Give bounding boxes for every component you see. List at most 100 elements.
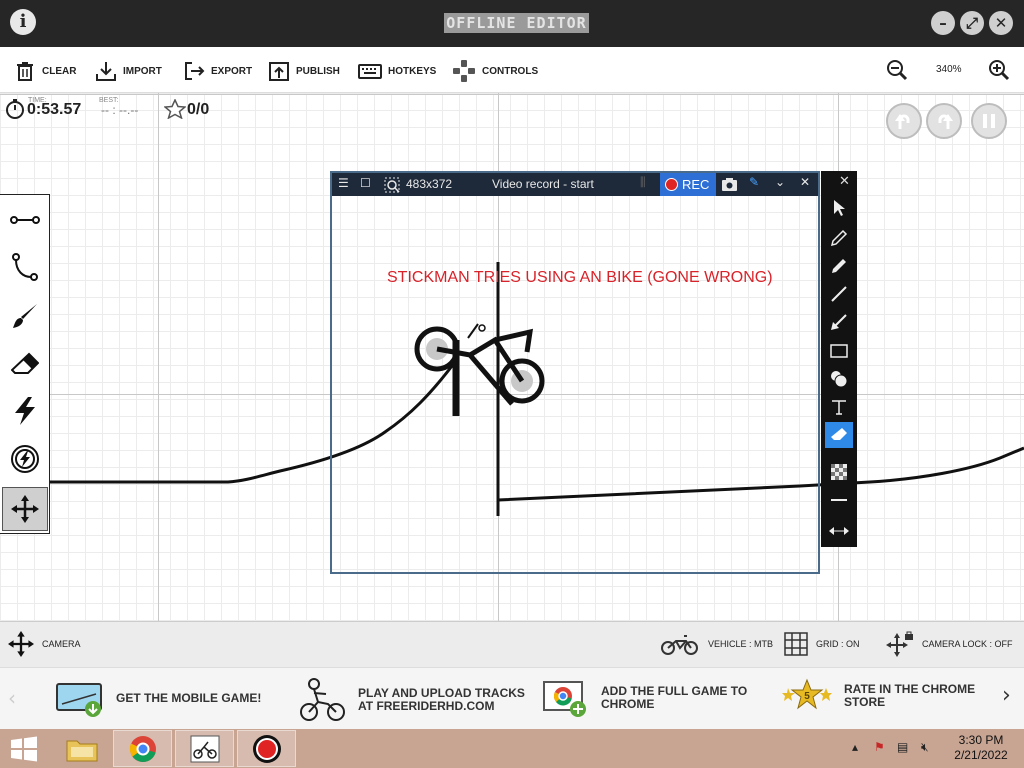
chevron-down-icon[interactable]: ⌄ [775,175,785,189]
hotkeys-button[interactable]: HOTKEYS [358,59,436,83]
video-recorder-window[interactable]: ☰ ☐ 483x372 Video record - start ⫼ REC ✎… [330,171,820,574]
export-button[interactable]: EXPORT [183,59,252,83]
eraser-annotation-tool[interactable] [825,422,853,448]
tool-palette [0,194,50,534]
straight-line-icon [10,216,40,224]
promo-mobile-game[interactable]: GET THE MOBILE GAME! [56,678,261,718]
text-tool[interactable] [825,394,853,420]
taskbar-screen-recorder[interactable] [237,730,296,767]
tray-chevron-icon[interactable]: ▴ [852,740,858,754]
vehicle-label: VEHICLE : MTB [708,639,774,649]
stickman-bike-icon [300,678,345,721]
annotation-toolbar: ✕ [821,171,857,547]
promo-rate-chrome[interactable]: 5 RATE IN THE CHROME STORE [782,678,975,714]
app-title: OFFLINE EDITOR [444,13,589,33]
taskbar-file-explorer[interactable] [52,730,111,767]
grid-label: GRID : ON [816,639,860,649]
eraser-icon [11,352,39,374]
stroke-width-icon [831,499,847,501]
cursor-icon [834,200,845,216]
close-button[interactable]: ✕ [989,11,1013,35]
pause-button[interactable] [971,103,1007,139]
rectangle-icon [830,344,848,358]
info-button[interactable]: i [10,9,36,35]
publish-icon [269,62,289,81]
rectangle-tool[interactable] [825,338,853,364]
controls-label: CONTROLS [482,65,539,77]
promo-next-icon[interactable]: › [1002,683,1011,708]
stroke-width-tool[interactable] [825,487,853,513]
zoom-out-icon[interactable] [886,59,908,81]
promo-bar: ‹ GET THE MOBILE GAME! PLAY AND UPLOAD T… [0,667,1024,729]
eraser-tool[interactable] [2,342,48,386]
promo-chrome-game[interactable]: ADD THE FULL GAME TO CHROME [543,678,747,718]
pencil-tool[interactable] [825,225,853,251]
volume-muted-icon[interactable]: 🔇︎ [921,740,929,755]
recorder-title: Video record - start [492,177,594,191]
time-value: 0:53.57 [27,101,82,118]
region-select-icon[interactable] [384,177,400,193]
promo-prev-icon[interactable]: ‹ [8,686,16,710]
menu-icon[interactable]: ☰ [338,176,349,190]
stars-count: 0/0 [187,101,210,118]
straight-line-tool[interactable] [2,198,48,242]
chrome-add-icon [543,681,586,717]
promo-upload-tracks[interactable]: PLAY AND UPLOAD TRACKS AT FREERIDERHD.CO… [300,678,525,722]
numbering-tool[interactable] [825,366,853,392]
rec-button[interactable]: REC [660,173,716,196]
pen-icon[interactable]: ✎ [749,175,759,189]
undo-button[interactable] [886,103,922,139]
five-star-badge-icon: 5 [782,678,832,710]
toolbar-resize-handle[interactable] [825,520,853,542]
camera-label: CAMERA [42,639,81,649]
recording-size: 483x372 [406,177,453,191]
curve-icon [12,253,38,281]
folder-icon [66,740,97,761]
network-icon[interactable]: ▤ [897,740,908,754]
hotkeys-label: HOTKEYS [388,65,437,77]
camera-mode[interactable]: CAMERA [8,631,81,657]
curve-tool[interactable] [2,245,48,289]
brush-icon [13,304,37,328]
close-toolbar-icon[interactable]: ✕ [839,174,850,189]
text-icon [832,400,846,415]
arrow-tool[interactable] [825,309,853,335]
clear-button[interactable]: CLEAR [14,59,76,83]
rec-dot-icon [665,178,678,191]
zoom-in-icon[interactable] [988,59,1010,81]
publish-button[interactable]: PUBLISH [268,59,340,83]
fullscreen-icon[interactable]: ☐ [360,176,371,190]
pointer-tool[interactable] [825,195,853,221]
publish-label: PUBLISH [296,65,340,77]
system-clock[interactable]: 3:30 PM 2/21/2022 [950,733,1012,763]
star-icon [164,99,186,119]
import-button[interactable]: IMPORT [95,59,162,83]
vehicle-selector[interactable]: VEHICLE : MTB [660,632,773,656]
controls-button[interactable]: CONTROLS [452,59,538,83]
checker-icon [831,464,847,480]
marker-tool[interactable] [825,253,853,279]
clock-date: 2/21/2022 [954,748,1008,762]
action-center-flag-icon[interactable]: ⚑ [874,740,885,754]
start-button[interactable] [0,730,48,767]
taskbar-chrome[interactable] [113,730,172,767]
camera-lock-toggle[interactable]: CAMERA LOCK : OFF [886,631,1013,657]
video-caption: STICKMAN TRIES USING AN BIKE (GONE WRONG… [387,269,773,286]
grid-toggle[interactable]: GRID : ON [784,632,860,656]
opacity-tool[interactable] [825,459,853,485]
maximize-button[interactable]: ⤢ [960,11,984,35]
minimize-button[interactable]: – [931,11,955,35]
taskbar-freerider[interactable] [175,730,234,767]
redo-button[interactable] [926,103,962,139]
brush-tool[interactable] [2,294,48,338]
editor-toolbar: CLEAR IMPORT EXPORT PUBLISH HOTKEYS CONT… [0,47,1024,93]
windows-taskbar: ▴ ⚑ ▤ 🔇︎ 3:30 PM 2/21/2022 [0,729,1024,768]
camera-icon[interactable] [721,177,738,192]
special-tool[interactable] [2,437,48,481]
powerup-tool[interactable] [2,389,48,433]
line-tool[interactable] [825,281,853,307]
camera-tool[interactable] [2,487,48,531]
pencil-icon [830,229,848,247]
rating-badge-number: 5 [804,691,810,702]
close-recorder-icon[interactable]: ✕ [800,175,810,189]
